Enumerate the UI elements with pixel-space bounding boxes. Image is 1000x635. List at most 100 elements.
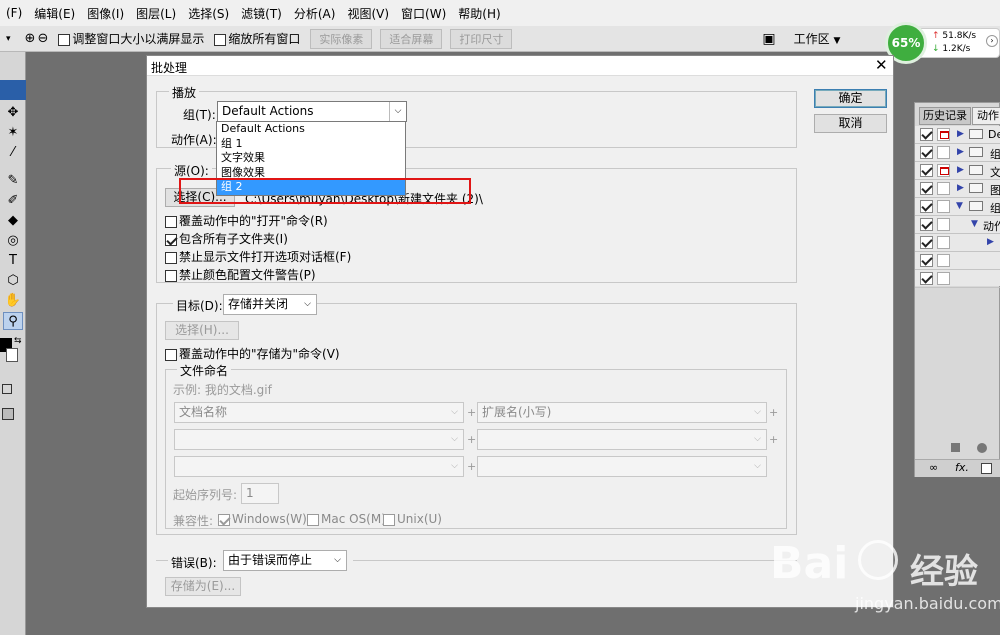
override-save-checkbox[interactable] [165, 348, 177, 361]
stop-icon[interactable] [951, 443, 960, 452]
magic-wand-icon[interactable]: ✶ [3, 124, 23, 142]
fit-window-checkbox[interactable] [58, 33, 71, 46]
dropdown-option[interactable]: 文字效果 [217, 151, 405, 166]
swap-colors-icon[interactable]: ⇆ [14, 336, 22, 346]
list-item[interactable]: ▶ De [915, 126, 1000, 144]
zoom-out-icon[interactable]: ⊖ [37, 31, 48, 46]
toggle-checkbox[interactable] [920, 254, 933, 267]
zoom-tool-icon[interactable]: ⚲ [3, 312, 23, 330]
list-item[interactable]: ▼ 组 [915, 198, 1000, 216]
type-tool-icon[interactable]: T [3, 252, 23, 270]
expand-triangle-icon[interactable]: ▶ [957, 147, 964, 157]
blur-tool-icon[interactable]: ◎ [3, 232, 23, 250]
compat-unix-checkbox[interactable] [383, 513, 395, 526]
dialog-toggle[interactable] [937, 146, 950, 159]
fit-window-option[interactable]: 调整窗口大小以满屏显示 [58, 30, 204, 47]
list-item[interactable]: ▶ [915, 234, 1000, 252]
print-size-button[interactable]: 打印尺寸 [450, 28, 513, 49]
list-item[interactable]: ▶ 文 [915, 162, 1000, 180]
quick-mask-icon[interactable] [2, 384, 12, 394]
dialog-toggle[interactable] [937, 254, 950, 267]
zoom-in-icon[interactable]: ⊕ [25, 31, 36, 46]
list-item[interactable]: ▼ 动作 [915, 216, 1000, 234]
screen-mode-icon[interactable] [2, 408, 14, 420]
toggle-checkbox[interactable] [920, 272, 933, 285]
compat-unix-option[interactable]: Unix(U) [383, 512, 442, 526]
destination-choose-button[interactable]: 选择(H)... [165, 321, 239, 340]
toggle-checkbox[interactable] [920, 236, 933, 249]
tab-history[interactable]: 历史记录 [919, 107, 971, 125]
ok-button[interactable]: 确定 [814, 89, 887, 108]
tab-actions[interactable]: 动作 [972, 107, 1000, 125]
dropdown-option[interactable]: Default Actions [217, 122, 405, 137]
toggle-checkbox[interactable] [920, 200, 933, 213]
dialog-toggle[interactable] [937, 272, 950, 285]
naming-field-5[interactable]: ⌵ [174, 456, 464, 477]
collapse-triangle-icon[interactable]: ▼ [971, 219, 978, 229]
list-item[interactable]: ▶ 图 [915, 180, 1000, 198]
naming-field-3[interactable]: ⌵ [174, 429, 464, 450]
actual-pixels-button[interactable]: 实际像素 [310, 28, 373, 49]
expand-triangle-icon[interactable]: ▶ [957, 129, 964, 139]
serial-input[interactable]: 1 [241, 483, 279, 504]
include-subfolders-option[interactable]: 包含所有子文件夹(I) [165, 230, 288, 247]
dialog-toggle[interactable] [937, 218, 950, 231]
list-item[interactable] [915, 252, 1000, 270]
naming-field-1[interactable]: 文档名称 ⌵ [174, 402, 464, 423]
errors-save-as-button[interactable]: 存储为(E)... [165, 577, 241, 596]
history-brush-icon[interactable]: ✐ [3, 192, 23, 210]
naming-field-6[interactable]: ⌵ [477, 456, 767, 477]
brush-tool-icon[interactable]: ✎ [3, 172, 23, 190]
expand-triangle-icon[interactable]: ▶ [987, 237, 994, 247]
zoom-all-option[interactable]: 缩放所有窗口 [214, 30, 300, 47]
compat-macos-checkbox[interactable] [307, 513, 319, 526]
zoom-all-checkbox[interactable] [214, 33, 227, 46]
naming-field-2[interactable]: 扩展名(小写) ⌵ [477, 402, 767, 423]
menu-window[interactable]: 窗口(W) [395, 5, 452, 22]
toggle-checkbox[interactable] [920, 128, 933, 141]
camera-icon[interactable]: ▣ [762, 31, 775, 47]
compat-macos-option[interactable]: Mac OS(M) [307, 512, 386, 526]
collapse-triangle-icon[interactable]: ▼ [956, 201, 963, 211]
dialog-toggle[interactable] [937, 164, 950, 177]
override-save-option[interactable]: 覆盖动作中的"存储为"命令(V) [165, 345, 340, 362]
move-tool-icon[interactable]: ✥ [3, 104, 23, 122]
shape-tool-icon[interactable]: ⬡ [3, 272, 23, 290]
eyedropper-icon[interactable]: ⁄ [3, 144, 23, 162]
background-color-swatch[interactable] [6, 348, 18, 362]
toggle-checkbox[interactable] [920, 146, 933, 159]
menu-analysis[interactable]: 分析(A) [288, 5, 342, 22]
paint-bucket-icon[interactable]: ◆ [3, 212, 23, 230]
menu-layer[interactable]: 图层(L) [130, 5, 182, 22]
destination-select[interactable]: 存储并关闭 ⌵ [223, 294, 317, 315]
compat-windows-option[interactable]: Windows(W) [218, 512, 307, 526]
suppress-options-checkbox[interactable] [165, 251, 177, 264]
dialog-toggle[interactable] [937, 236, 950, 249]
tool-preset-chevron-icon[interactable]: ▾ [6, 34, 11, 44]
close-icon[interactable]: ✕ [875, 56, 888, 74]
link-layers-icon[interactable]: ∞ [929, 461, 938, 474]
naming-field-4[interactable]: ⌵ [477, 429, 767, 450]
override-open-option[interactable]: 覆盖动作中的"打开"命令(R) [165, 212, 328, 229]
expand-triangle-icon[interactable]: ▶ [957, 165, 964, 175]
dialog-toggle[interactable] [937, 128, 950, 141]
suppress-color-option[interactable]: 禁止颜色配置文件警告(P) [165, 266, 316, 283]
compat-windows-checkbox[interactable] [218, 513, 230, 526]
override-open-checkbox[interactable] [165, 215, 177, 228]
suppress-options-option[interactable]: 禁止显示文件打开选项对话框(F) [165, 248, 351, 265]
fx-icon[interactable]: fx. [955, 461, 969, 474]
fit-screen-button[interactable]: 适合屏幕 [380, 28, 443, 49]
menu-edit[interactable]: 编辑(E) [28, 5, 81, 22]
errors-select[interactable]: 由于错误而停止 ⌵ [223, 550, 347, 571]
toggle-checkbox[interactable] [920, 218, 933, 231]
menu-help[interactable]: 帮助(H) [452, 5, 506, 22]
mask-icon[interactable] [981, 463, 992, 474]
expand-triangle-icon[interactable]: ▶ [957, 183, 964, 193]
hand-tool-icon[interactable]: ✋ [3, 292, 23, 310]
record-icon[interactable] [977, 443, 987, 453]
dropdown-option[interactable]: 组 1 [217, 137, 405, 152]
toggle-checkbox[interactable] [920, 164, 933, 177]
menu-image[interactable]: 图像(I) [81, 5, 130, 22]
suppress-color-checkbox[interactable] [165, 269, 177, 282]
menu-view[interactable]: 视图(V) [341, 5, 395, 22]
